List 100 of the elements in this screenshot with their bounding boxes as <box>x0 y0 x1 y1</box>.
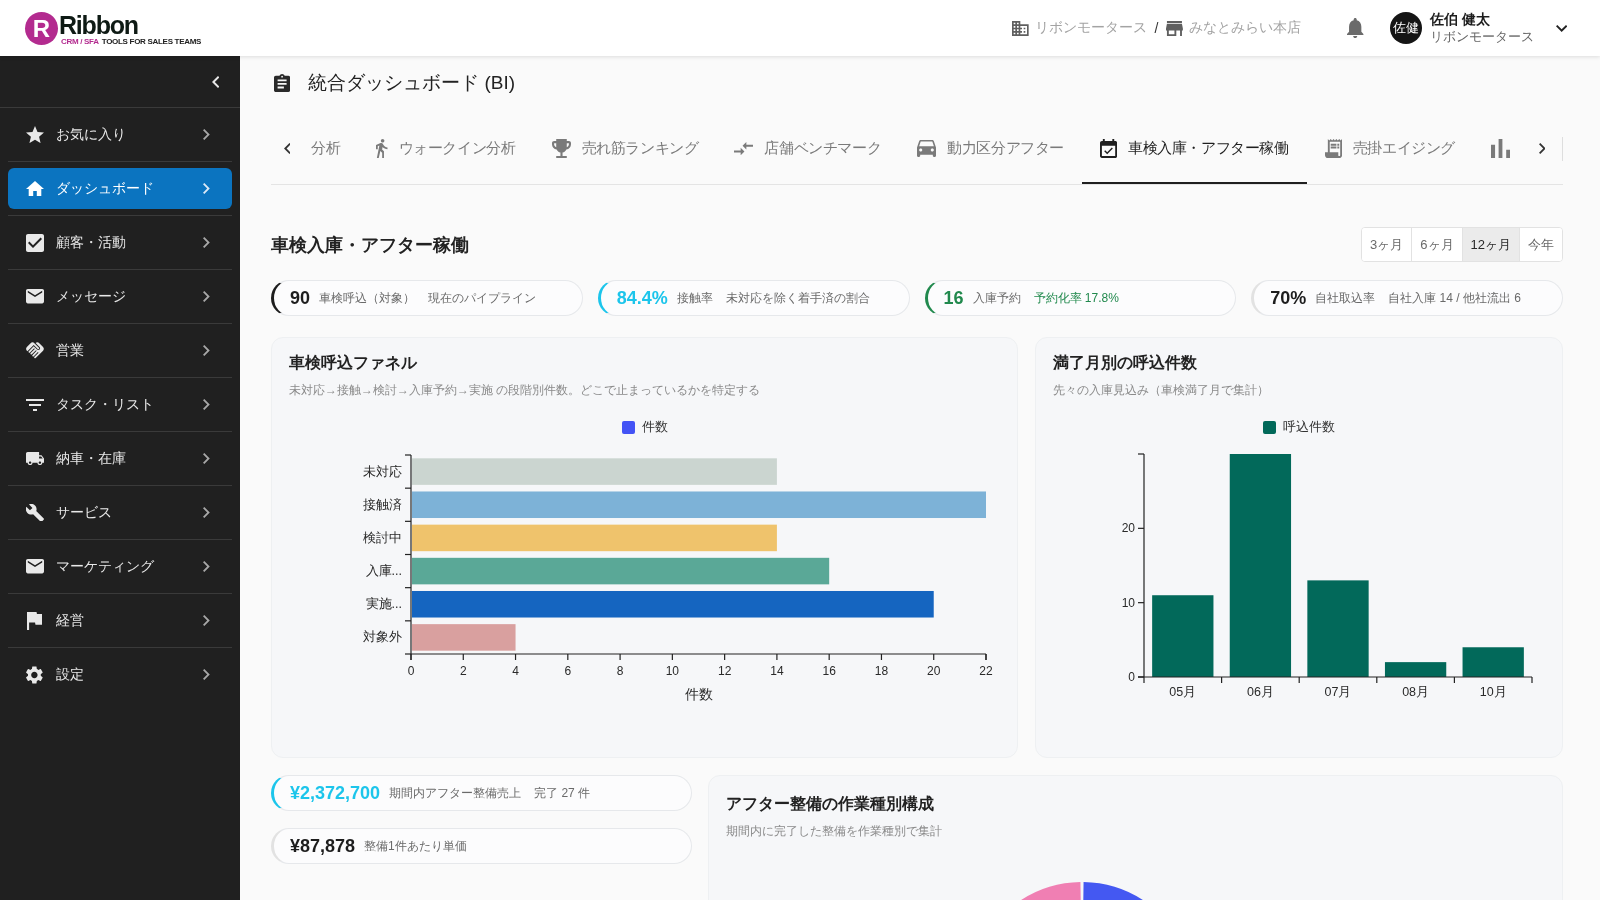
chevron-right-icon <box>203 399 210 410</box>
kpi-note: 完了 27 件 <box>534 784 591 802</box>
tick-label: 22 <box>979 664 993 678</box>
section-title: 車検入庫・アフター稼働 <box>271 233 469 257</box>
clipboard-icon <box>274 74 291 92</box>
calendar-check-icon <box>1099 139 1118 158</box>
tab[interactable]: 車検入庫・アフター稼働 <box>1081 113 1307 184</box>
logo-tagline: TOOLS FOR SALES TEAMS <box>101 36 202 46</box>
truck-icon <box>25 451 44 466</box>
chevron-right-icon <box>1538 143 1546 154</box>
kpi-value: ¥87,878 <box>290 835 356 857</box>
kpi-value: 16 <box>943 287 964 309</box>
kpi-label: 車検呼込（対象） <box>319 289 416 307</box>
tab[interactable]: 売掛エイジング <box>1306 113 1473 184</box>
tick-label: 20 <box>927 664 941 678</box>
tab[interactable]: 分析 <box>303 113 359 184</box>
sidebar-item[interactable]: ダッシュボード <box>8 168 232 209</box>
mail-icon <box>25 559 44 574</box>
sidebar-item[interactable]: 経営 <box>8 600 232 641</box>
tick-label: 2 <box>459 664 467 678</box>
sidebar-item[interactable]: 納車・在庫 <box>8 438 232 479</box>
user-name: 佐伯 健太 <box>1429 10 1491 28</box>
sidebar-item[interactable]: お気に入り <box>8 114 232 155</box>
chart-title: 満了月別の呼込件数 <box>1053 353 1198 373</box>
kpi-note: 未対応を除く着手済の割合 <box>725 289 870 307</box>
tick-label: 12 <box>717 664 732 678</box>
building-icon <box>1011 20 1029 36</box>
tab[interactable]: 動力区分アフター <box>899 113 1082 184</box>
kpi-note: 自社入庫 14 / 他社流出 6 <box>1388 289 1521 307</box>
category-label: 08月 <box>1402 685 1430 699</box>
axis-title: 件数 <box>684 686 713 702</box>
chart-subtitle: 先々の入庫見込み（車検満了月で集計） <box>1053 382 1270 399</box>
user-company: リボンモータース <box>1429 28 1534 46</box>
flag-icon <box>26 611 43 630</box>
period-button[interactable]: 今年 <box>1519 228 1562 261</box>
legend-label: 件数 <box>641 418 668 436</box>
tick-label: 14 <box>770 664 784 678</box>
kpi-value: 70% <box>1270 287 1307 309</box>
car-icon <box>917 140 937 157</box>
category-label: 検討中 <box>363 530 402 545</box>
wrench-icon <box>25 503 44 522</box>
tick-label: 6 <box>564 664 572 678</box>
chevron-right-icon <box>203 183 210 194</box>
logo-tagline: CRM / SFA <box>61 36 99 46</box>
sidebar-item[interactable]: タスク・リスト <box>8 384 232 425</box>
sidebar-item[interactable]: 顧客・活動 <box>8 222 232 263</box>
sidebar-item[interactable]: サービス <box>8 492 232 533</box>
category-label: 対象外 <box>363 630 402 645</box>
sidebar-item[interactable]: メッセージ <box>8 276 232 317</box>
category-label: 実施... <box>365 597 402 612</box>
category-label: 10月 <box>1479 685 1507 699</box>
trophy-icon <box>551 139 571 158</box>
sidebar-item[interactable]: 設定 <box>8 654 232 695</box>
chevron-right-icon <box>203 237 210 248</box>
tab[interactable]: 売れ筋ランキング <box>533 113 717 184</box>
handshake-icon <box>25 342 44 359</box>
tick-label: 20 <box>1121 521 1135 536</box>
period-button[interactable]: 12ヶ月 <box>1461 228 1519 261</box>
tab[interactable]: 店舗ベンチマーク <box>716 113 900 184</box>
category-label: 05月 <box>1169 685 1197 699</box>
tick-label: 18 <box>874 664 889 678</box>
chevron-right-icon <box>203 129 210 140</box>
category-label: 接触済 <box>363 497 402 512</box>
logo-wordmark: Ribbon <box>59 12 139 37</box>
category-label: 未対応 <box>363 464 402 479</box>
chevron-right-icon <box>203 669 210 680</box>
filter-icon <box>25 398 44 411</box>
account-menu-button[interactable] <box>1555 24 1567 32</box>
bell-icon <box>1347 18 1364 38</box>
chevron-right-icon <box>203 615 210 626</box>
chevron-right-icon <box>203 453 210 464</box>
receipt-icon <box>1324 139 1342 158</box>
store-icon <box>1166 20 1184 36</box>
tick-label: 8 <box>616 664 624 678</box>
home-icon <box>25 180 44 197</box>
sidebar-item[interactable]: 営業 <box>8 330 232 371</box>
mail-icon <box>25 289 44 304</box>
notifications-button[interactable] <box>1347 18 1364 38</box>
kpi-note: 現在のパイプライン <box>428 289 537 307</box>
logo-mark: R <box>25 11 58 45</box>
tick-label: 0 <box>407 664 415 678</box>
kpi-label: 接触率 <box>676 289 713 307</box>
chevron-right-icon <box>203 291 210 302</box>
tab[interactable]: ウォークイン分析 <box>358 113 534 184</box>
collapse-sidebar-button[interactable] <box>211 75 219 88</box>
tick-label: 0 <box>1128 670 1135 684</box>
star-icon <box>25 125 44 144</box>
walking-person-icon <box>376 139 388 158</box>
category-label: 06月 <box>1246 685 1274 699</box>
sidebar-item[interactable]: マーケティング <box>8 546 232 587</box>
tick-label: 16 <box>822 664 836 678</box>
kpi-value: 90 <box>290 287 311 309</box>
user-avatar: 佐健 <box>1389 12 1422 44</box>
chevron-left-icon <box>283 143 291 154</box>
chevron-down-icon <box>1555 24 1567 32</box>
kpi-label: 自社取込率 <box>1315 289 1376 307</box>
chevron-right-icon <box>203 345 210 356</box>
chart-title: アフター整備の作業種別構成 <box>726 794 935 814</box>
chevron-right-icon <box>203 561 210 572</box>
kpi-value: 84.4% <box>616 287 668 309</box>
